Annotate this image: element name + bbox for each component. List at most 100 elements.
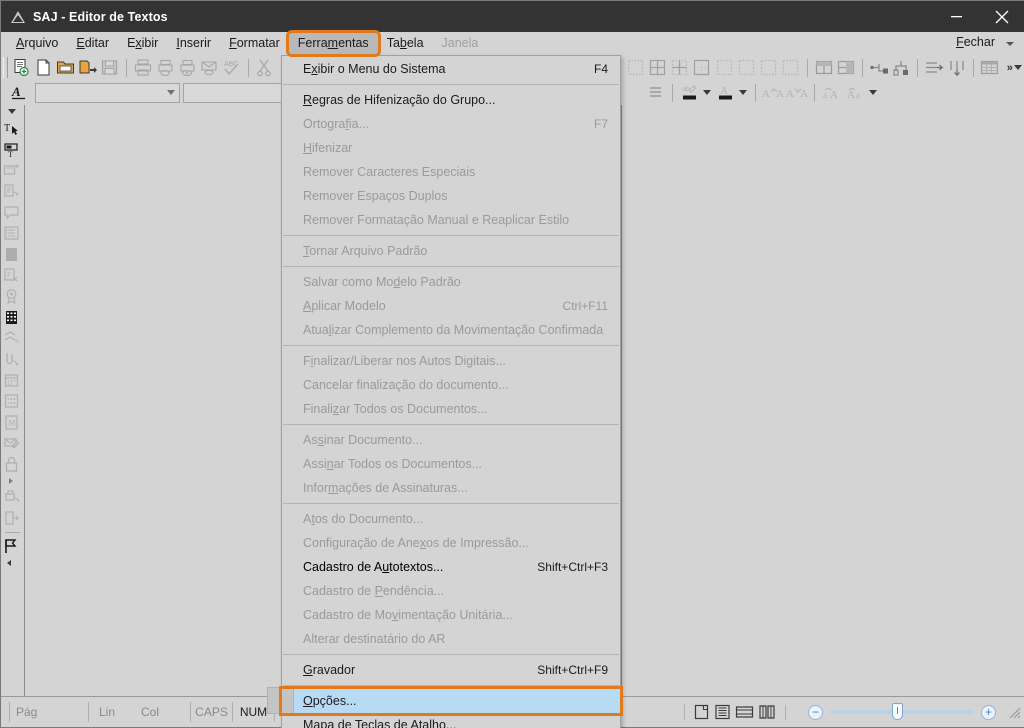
zoom-in-icon[interactable]: +	[981, 704, 996, 720]
vertical-toolbar-separator	[5, 532, 20, 533]
font-style-A-icon[interactable]: A	[7, 82, 31, 104]
menu-item-label: Salvar como Modelo Padrão	[303, 275, 461, 289]
menu-editar[interactable]: Editar	[67, 33, 118, 54]
flag-marker-icon[interactable]	[1, 536, 23, 557]
toolbar-grip[interactable]	[3, 57, 8, 78]
menu-item-atualizar-complemento: Atualizar Complemento da Movimentação Co…	[282, 318, 620, 342]
menu-item-gravador[interactable]: Gravador Shift+Ctrl+F9	[282, 658, 620, 682]
menu-item-informacoes-assinaturas: Informações de Assinaturas...	[282, 476, 620, 500]
menu-tabela[interactable]: Tabela	[378, 33, 433, 54]
menubar-overflow-caret-icon[interactable]	[1006, 42, 1014, 46]
chevron-down-icon[interactable]	[739, 90, 747, 95]
chevron-down-icon[interactable]	[869, 90, 877, 95]
web-layout-icon[interactable]	[735, 704, 754, 720]
status-caps[interactable]: CAPS	[191, 702, 233, 722]
menu-item-mapa-teclas-atalho[interactable]: Mapa de Teclas de Atalho...	[282, 713, 620, 728]
table-all-borders-icon	[646, 57, 668, 79]
new-document-icon[interactable]	[10, 57, 32, 79]
insert-column-icon	[890, 57, 912, 79]
blank-page-icon[interactable]	[32, 57, 54, 79]
svg-text:F: F	[7, 271, 11, 279]
menu-item-finalizar-todos-documentos: Finalizar Todos os Documentos...	[282, 397, 620, 421]
menu-item-cadastro-autotextos[interactable]: Cadastro de Autotextos... Shift+Ctrl+F3	[282, 555, 620, 579]
zoom-slider-track[interactable]	[830, 703, 974, 720]
toolbar-overflow-caret-icon[interactable]	[1013, 65, 1022, 70]
menu-exibir[interactable]: Exibir	[118, 33, 167, 54]
close-document-link[interactable]: Fechar	[956, 35, 995, 49]
table-inside-borders-icon	[669, 57, 691, 79]
page-layout-icon[interactable]	[693, 704, 710, 720]
window-controls	[933, 1, 1024, 32]
menu-bar: Arquivo Editar Exibir Inserir Formatar F…	[1, 30, 1024, 57]
zoom-out-icon[interactable]: −	[808, 704, 823, 720]
svg-text:A: A	[786, 88, 794, 100]
menu-item-remover-caracteres-especiais: Remover Caracteres Especiais	[282, 160, 620, 184]
reading-view-icon[interactable]	[714, 704, 731, 720]
status-lin[interactable]: Lin	[89, 702, 135, 722]
toolbar-separator	[755, 83, 756, 102]
left-vertical-toolbar: T T F M	[1, 105, 24, 696]
two-page-icon[interactable]	[758, 704, 777, 720]
insert-row-icon	[868, 57, 890, 79]
menu-item-assinar-documento: Assinar Documento...	[282, 428, 620, 452]
svg-text:A: A	[847, 89, 855, 101]
font-name-combo[interactable]	[35, 82, 180, 103]
menu-ferramentas[interactable]: Ferramentas	[285, 30, 381, 57]
status-col[interactable]: Col	[135, 702, 191, 722]
chevron-down-icon[interactable]	[167, 90, 175, 95]
menu-item-label: Informações de Assinaturas...	[303, 481, 468, 495]
text-select-cursor-icon[interactable]: T	[1, 118, 23, 139]
caret-right-icon[interactable]	[9, 478, 13, 484]
merge-arrows-icon	[1, 328, 23, 349]
menu-item-opcoes[interactable]: Opções...	[267, 686, 623, 716]
toolbar-separator	[814, 83, 815, 102]
toolbar-separator	[917, 58, 919, 77]
minimize-icon[interactable]	[933, 1, 979, 32]
toolbar-overflow-icon[interactable]: »	[1007, 62, 1013, 74]
text-box-icon[interactable]: T	[1, 139, 23, 160]
toolbar-separator	[247, 58, 249, 77]
chevron-down-icon[interactable]	[703, 90, 711, 95]
close-icon[interactable]	[979, 1, 1024, 32]
dropdown-caret-icon[interactable]	[8, 109, 16, 114]
comment-balloon-icon	[1, 202, 23, 223]
app-triangle-icon	[10, 9, 26, 25]
window-resize-grip[interactable]	[1006, 704, 1022, 720]
table-properties-icon	[979, 57, 1001, 79]
menu-item-shortcut: Shift+Ctrl+F3	[537, 560, 608, 574]
menu-item-assinar-todos-documentos: Assinar Todos os Documentos...	[282, 452, 620, 476]
caret-left-icon[interactable]	[7, 560, 11, 566]
toolbar-separator	[862, 58, 863, 77]
highlight-color-icon: ab	[678, 82, 702, 104]
print-icon	[132, 57, 154, 79]
cut-scissors-icon	[254, 57, 276, 79]
spellcheck-abc-icon: ABC	[220, 57, 242, 79]
zoom-slider-thumb[interactable]	[892, 703, 903, 720]
table-right-border-icon	[780, 57, 802, 79]
menu-item-label: Cancelar finalização do documento...	[303, 378, 509, 392]
distribute-columns-icon	[945, 57, 967, 79]
menu-formatar[interactable]: Formatar	[220, 33, 289, 54]
menu-item-label: Mapa de Teclas de Atalho...	[303, 718, 457, 728]
menu-separator	[283, 266, 619, 267]
status-pag[interactable]: Pág	[9, 702, 89, 722]
menu-item-regras-hifenizacao[interactable]: Regras de Hifenização do Grupo...	[282, 88, 620, 112]
menu-arquivo[interactable]: Arquivo	[7, 33, 67, 54]
menu-janela: Janela	[441, 36, 479, 50]
workspace-divider	[24, 105, 25, 696]
open-folder-arrow-icon[interactable]	[76, 57, 98, 79]
copy-document-icon	[1, 181, 23, 202]
svg-text:A: A	[830, 89, 838, 101]
menu-item-label: Configuração de Anexos de Impressão...	[303, 536, 529, 550]
ferramentas-dropdown-menu[interactable]: Exibir o Menu do Sistema F4 Regras de Hi…	[267, 55, 623, 728]
menu-inserir[interactable]: Inserir	[167, 33, 220, 54]
menu-item-configuracao-anexos-impressao: Configuração de Anexos de Impressão...	[282, 531, 620, 555]
toolbar-separator	[672, 83, 673, 102]
menu-item-label: Ortografia...	[303, 117, 370, 131]
align-lines-icon	[643, 82, 667, 104]
open-folder-icon[interactable]	[54, 57, 76, 79]
menu-item-tornar-arquivo-padrao: Tornar Arquivo Padrão	[282, 239, 620, 263]
svg-text:A: A	[720, 85, 728, 97]
film-strip-icon[interactable]	[1, 307, 23, 328]
menu-item-exibir-menu-sistema[interactable]: Exibir o Menu do Sistema F4	[282, 57, 620, 81]
